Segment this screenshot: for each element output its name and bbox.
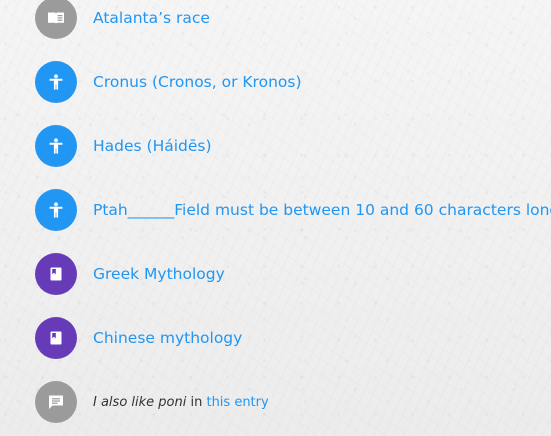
list-item[interactable]: Ptah______Field must be between 10 and 6… — [35, 189, 551, 231]
avatar — [35, 381, 77, 423]
avatar[interactable] — [35, 0, 77, 39]
comment-quote: I also like poni — [93, 394, 187, 410]
avatar[interactable] — [35, 317, 77, 359]
person-icon — [49, 202, 63, 218]
list-item[interactable]: Chinese mythology — [35, 317, 242, 359]
comment-entry-link[interactable]: this entry — [206, 395, 268, 410]
avatar[interactable] — [35, 61, 77, 103]
person-icon — [49, 74, 63, 90]
comment-icon — [48, 394, 64, 410]
list-item[interactable]: Atalanta’s race — [35, 0, 210, 39]
entry-link[interactable]: Atalanta’s race — [93, 9, 210, 27]
avatar[interactable] — [35, 189, 77, 231]
entry-link[interactable]: Hades (Háidēs) — [93, 137, 212, 155]
list-item[interactable]: Greek Mythology — [35, 253, 225, 295]
avatar[interactable] — [35, 253, 77, 295]
book-icon — [50, 331, 62, 345]
book-icon — [50, 267, 62, 281]
entry-link[interactable]: Ptah______Field must be between 10 and 6… — [93, 201, 551, 219]
list-item[interactable]: Cronus (Cronos, or Kronos) — [35, 61, 302, 103]
avatar[interactable] — [35, 125, 77, 167]
entry-link[interactable]: Greek Mythology — [93, 265, 225, 283]
comment-text: I also like poni in this entry — [93, 395, 269, 410]
entry-link[interactable]: Cronus (Cronos, or Kronos) — [93, 73, 302, 91]
comment-item: I also like poni in this entry — [35, 381, 269, 423]
person-icon — [49, 138, 63, 154]
book-open-icon — [47, 11, 65, 25]
entry-link[interactable]: Chinese mythology — [93, 329, 242, 347]
list-item[interactable]: Hades (Háidēs) — [35, 125, 212, 167]
comment-connector: in — [186, 394, 207, 410]
